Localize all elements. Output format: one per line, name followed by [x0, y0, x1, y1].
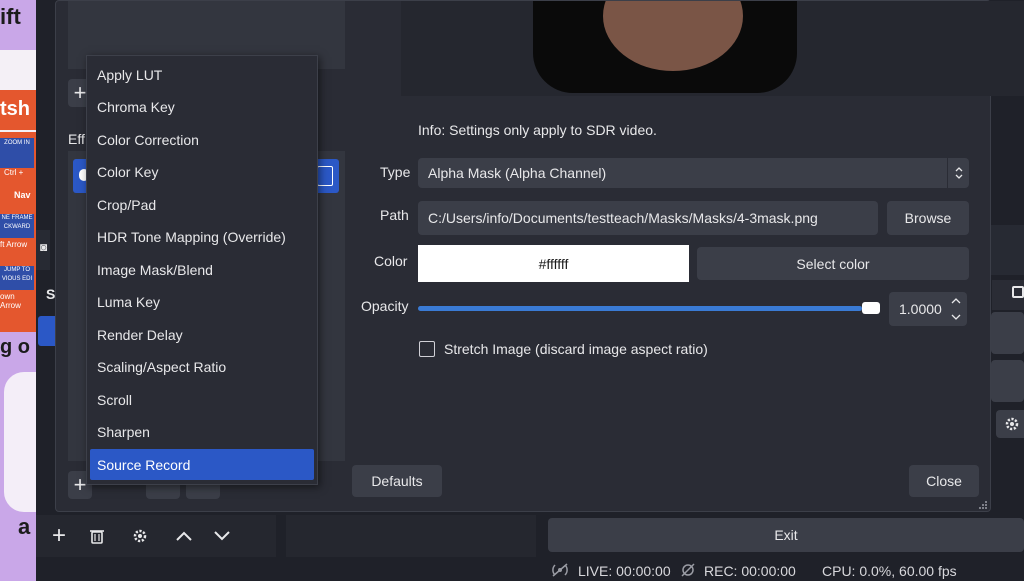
stretch-image-checkbox[interactable]	[419, 341, 435, 357]
bg-key-zoom: ZOOM IN	[0, 138, 34, 168]
sources-label-partial: S	[46, 286, 56, 302]
audio-mixer-toolbar	[286, 515, 536, 557]
rec-icon	[681, 563, 695, 577]
opacity-slider[interactable]	[418, 302, 880, 314]
bg-key-frame: NE FRAME CKWARD	[0, 214, 34, 238]
move-up-chevron-icon[interactable]	[170, 522, 198, 550]
exit-button[interactable]: Exit	[548, 518, 1024, 552]
menu-item-color-key[interactable]: Color Key	[90, 157, 314, 188]
move-down-chevron-icon[interactable]	[208, 522, 236, 550]
status-bar: LIVE: 00:00:00 REC: 00:00:00 CPU: 0.0%, …	[36, 560, 1024, 581]
bg-key-ctrl: Ctrl +	[4, 168, 24, 177]
menu-item-scaling-aspect-ratio[interactable]: Scaling/Aspect Ratio	[90, 352, 314, 383]
webcam-face	[603, 1, 743, 71]
add-filter-menu: Apply LUT Chroma Key Color Correction Color…	[86, 55, 318, 485]
browse-button[interactable]: Browse	[887, 201, 969, 235]
spin-updown-icon[interactable]	[951, 296, 961, 322]
rec-timer: REC: 00:00:00	[704, 563, 796, 579]
bg-text-2: tsh	[0, 98, 30, 120]
right-panel-header	[992, 280, 1024, 310]
camera-icon: ◙	[40, 240, 48, 254]
select-updown-chevron-icon[interactable]	[947, 158, 969, 188]
bg-text-3: g o	[0, 336, 30, 358]
opacity-label: Opacity	[361, 298, 409, 314]
opacity-slider-handle[interactable]	[862, 302, 880, 314]
right-button-2[interactable]	[991, 360, 1024, 402]
menu-item-image-mask-blend[interactable]: Image Mask/Blend	[90, 254, 314, 285]
type-select-value: Alpha Mask (Alpha Channel)	[428, 165, 607, 181]
bg-key-panel: ZOOM IN Ctrl + Nav NE FRAME CKWARD ft Ar…	[0, 132, 36, 332]
stretch-image-label: Stretch Image (discard image aspect rati…	[444, 341, 708, 357]
effect-filters-label: Eff	[68, 131, 85, 147]
live-timer: LIVE: 00:00:00	[578, 563, 671, 579]
bg-text-4: a	[18, 514, 31, 539]
source-properties-gear-icon[interactable]	[126, 522, 154, 550]
defaults-button[interactable]: Defaults	[352, 465, 442, 497]
add-source-icon[interactable]: +	[46, 522, 72, 550]
remove-source-icon[interactable]	[84, 522, 110, 550]
menu-item-luma-key[interactable]: Luma Key	[90, 287, 314, 318]
menu-item-render-delay[interactable]: Render Delay	[90, 319, 314, 350]
menu-item-chroma-key[interactable]: Chroma Key	[90, 92, 314, 123]
dock-icon[interactable]	[1012, 286, 1024, 298]
settings-gear-icon[interactable]	[996, 410, 1024, 438]
background-app-strip: ift tsh ZOOM IN Ctrl + Nav NE FRAME CKWA…	[0, 0, 36, 581]
path-input[interactable]: C:/Users/info/Documents/testteach/Masks/…	[418, 201, 878, 235]
bg-white-shape	[4, 372, 36, 512]
menu-item-color-correction[interactable]: Color Correction	[90, 124, 314, 155]
color-swatch: #ffffff	[418, 245, 689, 282]
opacity-slider-fill	[418, 306, 862, 311]
webcam-preview-image	[533, 1, 797, 93]
menu-item-scroll[interactable]: Scroll	[90, 384, 314, 415]
menu-item-crop-pad[interactable]: Crop/Pad	[90, 189, 314, 220]
path-label: Path	[380, 207, 409, 223]
menu-item-sharpen[interactable]: Sharpen	[90, 417, 314, 448]
live-broadcast-icon	[550, 563, 570, 577]
opacity-value: 1.0000	[899, 301, 942, 317]
sources-toolbar	[36, 515, 276, 557]
right-panel-1	[991, 225, 1024, 275]
info-text: Info: Settings only apply to SDR video.	[418, 122, 657, 138]
bg-key-jump: JUMP TO VIOUS EDI	[0, 266, 34, 290]
right-button-1[interactable]	[991, 312, 1024, 354]
cpu-fps-status: CPU: 0.0%, 60.00 fps	[822, 563, 957, 579]
menu-item-apply-lut[interactable]: Apply LUT	[90, 59, 314, 90]
bg-key-left: ft Arrow	[0, 240, 28, 249]
opacity-spinbox[interactable]: 1.0000	[889, 292, 967, 326]
close-button[interactable]: Close	[909, 465, 979, 497]
menu-item-source-record[interactable]: Source Record	[90, 449, 314, 480]
filter-enable-checkbox[interactable]	[317, 166, 333, 186]
bg-key-down: own Arrow	[0, 292, 21, 310]
select-color-button[interactable]: Select color	[697, 247, 969, 280]
resize-grip-icon[interactable]	[978, 500, 988, 510]
menu-item-hdr-tone-mapping-override[interactable]: HDR Tone Mapping (Override)	[90, 222, 314, 253]
type-label: Type	[380, 164, 411, 180]
color-label: Color	[374, 253, 408, 269]
bg-text-1: ift	[0, 4, 21, 29]
bg-key-nav: Nav	[14, 190, 31, 200]
type-select[interactable]: Alpha Mask (Alpha Channel)	[418, 158, 969, 188]
screen: ift tsh ZOOM IN Ctrl + Nav NE FRAME CKWA…	[0, 0, 1024, 581]
